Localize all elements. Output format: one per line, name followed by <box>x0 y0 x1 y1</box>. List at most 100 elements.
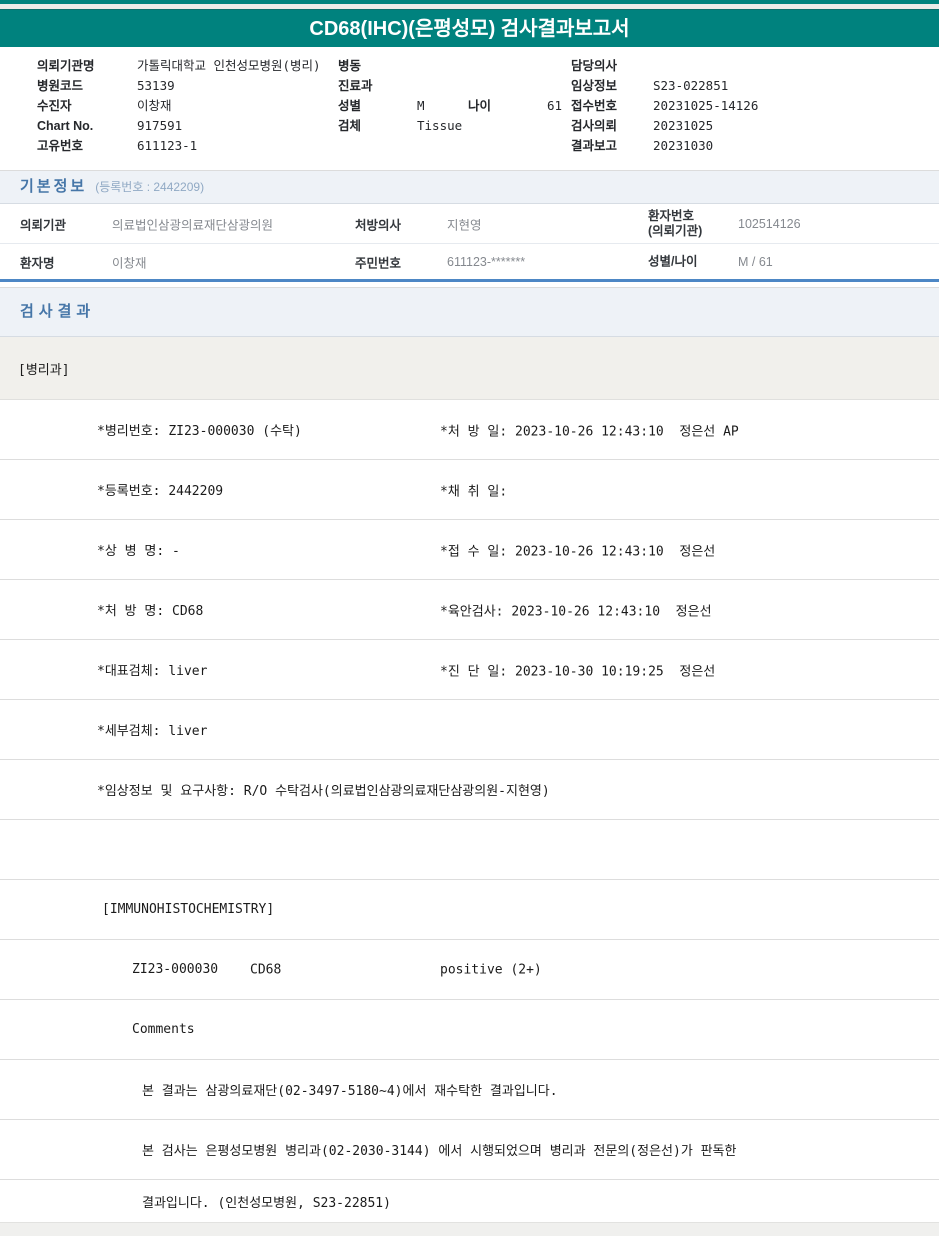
result-row: 본 검사는 은평성모병원 병리과(02-2030-3144) 에서 시행되었으며… <box>0 1120 939 1180</box>
basic-info-label-sex-age: 성별/나이 <box>648 254 698 268</box>
result-row: *등록번호: 2442209 *채 취 일: <box>0 460 939 520</box>
disease-name: *상 병 명: - <box>97 544 180 559</box>
basic-info-section-header: 기본정보 (등록번호 : 2442209) <box>0 170 939 204</box>
result-row: *대표검체: liver *진 단 일: 2023-10-30 10:19:25… <box>0 640 939 700</box>
field-label-age: 나이 <box>468 99 492 113</box>
basic-info-label-resident-no: 주민번호 <box>355 256 402 270</box>
basic-info-registration-no: (등록번호 : 2442209) <box>95 180 205 194</box>
basic-info-accent-line <box>0 279 939 282</box>
basic-info-label-patient-no: 환자번호 (의뢰기관) <box>648 208 703 238</box>
header-field-hospital-code: 병원코드 53139 <box>37 76 321 96</box>
comments-label: Comments <box>132 1022 195 1037</box>
field-label: 의뢰기관명 <box>37 59 95 73</box>
comment-line: 결과입니다. (인천성모병원, S23-22851) <box>142 1195 391 1211</box>
basic-info-value-prescribing-doctor: 지현영 <box>447 218 482 232</box>
gross-exam-date: *육안검사: 2023-10-26 12:43:10 정은선 <box>440 604 712 619</box>
ihc-section-label: [IMMUNOHISTOCHEMISTRY] <box>102 902 275 917</box>
patient-header-left: 의뢰기관명 가톨릭대학교 인천성모병원(병리) 병원코드 53139 수진자 이… <box>37 56 321 156</box>
header-field-attending-doctor: 담당의사 <box>571 56 758 76</box>
patient-header-right: 담당의사 임상정보 S23-022851 접수번호 20231025-14126… <box>571 56 758 156</box>
result-row: Comments <box>0 1000 939 1060</box>
result-row-empty <box>0 820 939 880</box>
basic-info-label-requesting-org: 의뢰기관 <box>20 218 67 232</box>
footer-strip <box>0 1222 939 1236</box>
header-field-report-date: 결과보고 20231030 <box>571 136 758 156</box>
header-field-request-date: 검사의뢰 20231025 <box>571 116 758 136</box>
field-label: 진료과 <box>338 79 373 93</box>
header-field-department: 진료과 <box>338 76 562 96</box>
results-section-header: 검사결과 <box>0 287 939 337</box>
comment-line: 본 결과는 삼광의료재단(02-3497-5180~4)에서 재수탁한 결과입니… <box>142 1084 558 1099</box>
result-row: *처 방 명: CD68 *육안검사: 2023-10-26 12:43:10 … <box>0 580 939 640</box>
field-value-sex: M <box>417 98 425 113</box>
basic-info-value-sex-age: M / 61 <box>738 254 773 269</box>
field-label: 접수번호 <box>571 99 618 113</box>
basic-info-title: 기본정보 <box>20 178 88 195</box>
field-label: 임상정보 <box>571 79 618 93</box>
result-row: *임상정보 및 요구사항: R/O 수탁검사(의료법인삼광의료재단삼광의원-지현… <box>0 760 939 820</box>
ihc-test-name: CD68 <box>250 962 282 977</box>
clinical-info-and-request: *임상정보 및 요구사항: R/O 수탁검사(의료법인삼광의료재단삼광의원-지현… <box>97 784 550 799</box>
patient-header: 의뢰기관명 가톨릭대학교 인천성모병원(병리) 병원코드 53139 수진자 이… <box>0 47 939 170</box>
receipt-date: *접 수 일: 2023-10-26 12:43:10 정은선 <box>440 544 716 559</box>
header-field-unique-no: 고유번호 611123-1 <box>37 136 321 156</box>
field-value: S23-022851 <box>653 78 729 93</box>
basic-info-value-patient-no: 102514126 <box>738 216 801 231</box>
report-title-banner: CD68(IHC)(은평성모) 검사결과보고서 <box>0 9 939 47</box>
representative-specimen: *대표검체: liver <box>97 664 208 679</box>
header-field-specimen: 검체 Tissue <box>338 116 562 136</box>
field-label: Chart No. <box>37 119 94 133</box>
result-row-ihc: ZI23-000030 CD68 positive (2+) <box>0 940 939 1000</box>
report-title: CD68(IHC)(은평성모) 검사결과보고서 <box>309 18 630 40</box>
field-value: 이창재 <box>137 98 172 113</box>
field-value-age: 61 <box>547 98 563 113</box>
field-value: 917591 <box>137 118 183 133</box>
field-value: Tissue <box>417 118 463 133</box>
basic-info-value-resident-no: 611123-******* <box>447 254 526 269</box>
basic-info-row-1: 의뢰기관 의료법인삼광의료재단삼광의원 처방의사 지현영 환자번호 (의뢰기관)… <box>0 204 939 244</box>
result-row: *세부검체: liver <box>0 700 939 760</box>
field-label: 담당의사 <box>571 59 618 73</box>
field-value: 가톨릭대학교 인천성모병원(병리) <box>137 58 321 73</box>
patient-header-middle: 병동 진료과 성별 M 나이 61 검체 Tissue <box>338 56 562 136</box>
result-row: 본 결과는 삼광의료재단(02-3497-5180~4)에서 재수탁한 결과입니… <box>0 1060 939 1120</box>
field-label: 결과보고 <box>571 139 618 153</box>
header-field-chart-no: Chart No. 917591 <box>37 116 321 136</box>
field-value: 20231030 <box>653 138 714 153</box>
prescription-name: *처 방 명: CD68 <box>97 604 204 619</box>
field-value: 20231025 <box>653 118 714 133</box>
ihc-specimen-no: ZI23-000030 <box>132 962 219 977</box>
ihc-result: positive (2+) <box>440 962 542 977</box>
basic-info-value-requesting-org: 의료법인삼광의료재단삼광의원 <box>112 218 274 232</box>
field-label: 수진자 <box>37 99 72 113</box>
pathology-no: *병리번호: ZI23-000030 (수탁) <box>97 424 302 439</box>
field-value: 20231025-14126 <box>653 98 759 113</box>
header-field-clinical-info: 임상정보 S23-022851 <box>571 76 758 96</box>
basic-info-value-patient-name: 이창재 <box>112 256 147 270</box>
field-label: 병원코드 <box>37 79 84 93</box>
header-field-accession-no: 접수번호 20231025-14126 <box>571 96 758 116</box>
result-row: *상 병 명: - *접 수 일: 2023-10-26 12:43:10 정은… <box>0 520 939 580</box>
result-row: *병리번호: ZI23-000030 (수탁) *처 방 일: 2023-10-… <box>0 400 939 460</box>
header-field-ward: 병동 <box>338 56 562 76</box>
prescription-date: *처 방 일: 2023-10-26 12:43:10 정은선 AP <box>440 424 739 439</box>
header-field-sex-age: 성별 M 나이 61 <box>338 96 562 116</box>
header-field-patient-name: 수진자 이창재 <box>37 96 321 116</box>
field-value: 53139 <box>137 78 175 93</box>
result-row: [IMMUNOHISTOCHEMISTRY] <box>0 880 939 940</box>
basic-info-label-prescribing-doctor: 처방의사 <box>355 218 402 232</box>
field-label: 고유번호 <box>37 139 84 153</box>
field-label: 성별 <box>338 99 362 113</box>
field-label: 검사의뢰 <box>571 119 618 133</box>
registration-no: *등록번호: 2442209 <box>97 484 224 499</box>
basic-info-label-patient-name: 환자명 <box>20 256 55 270</box>
basic-info-row-2: 환자명 이창재 주민번호 611123-******* 성별/나이 M / 61 <box>0 244 939 279</box>
results-body: *병리번호: ZI23-000030 (수탁) *처 방 일: 2023-10-… <box>0 400 939 1222</box>
field-label: 검체 <box>338 119 362 133</box>
header-field-requesting-org: 의뢰기관명 가톨릭대학교 인천성모병원(병리) <box>37 56 321 76</box>
comment-line: 본 검사는 은평성모병원 병리과(02-2030-3144) 에서 시행되었으며… <box>142 1144 737 1159</box>
field-label: 병동 <box>338 59 362 73</box>
diagnosis-date: *진 단 일: 2023-10-30 10:19:25 정은선 <box>440 664 716 679</box>
department-label: [병리과] <box>18 362 70 378</box>
result-row: 결과입니다. (인천성모병원, S23-22851) <box>0 1180 939 1222</box>
